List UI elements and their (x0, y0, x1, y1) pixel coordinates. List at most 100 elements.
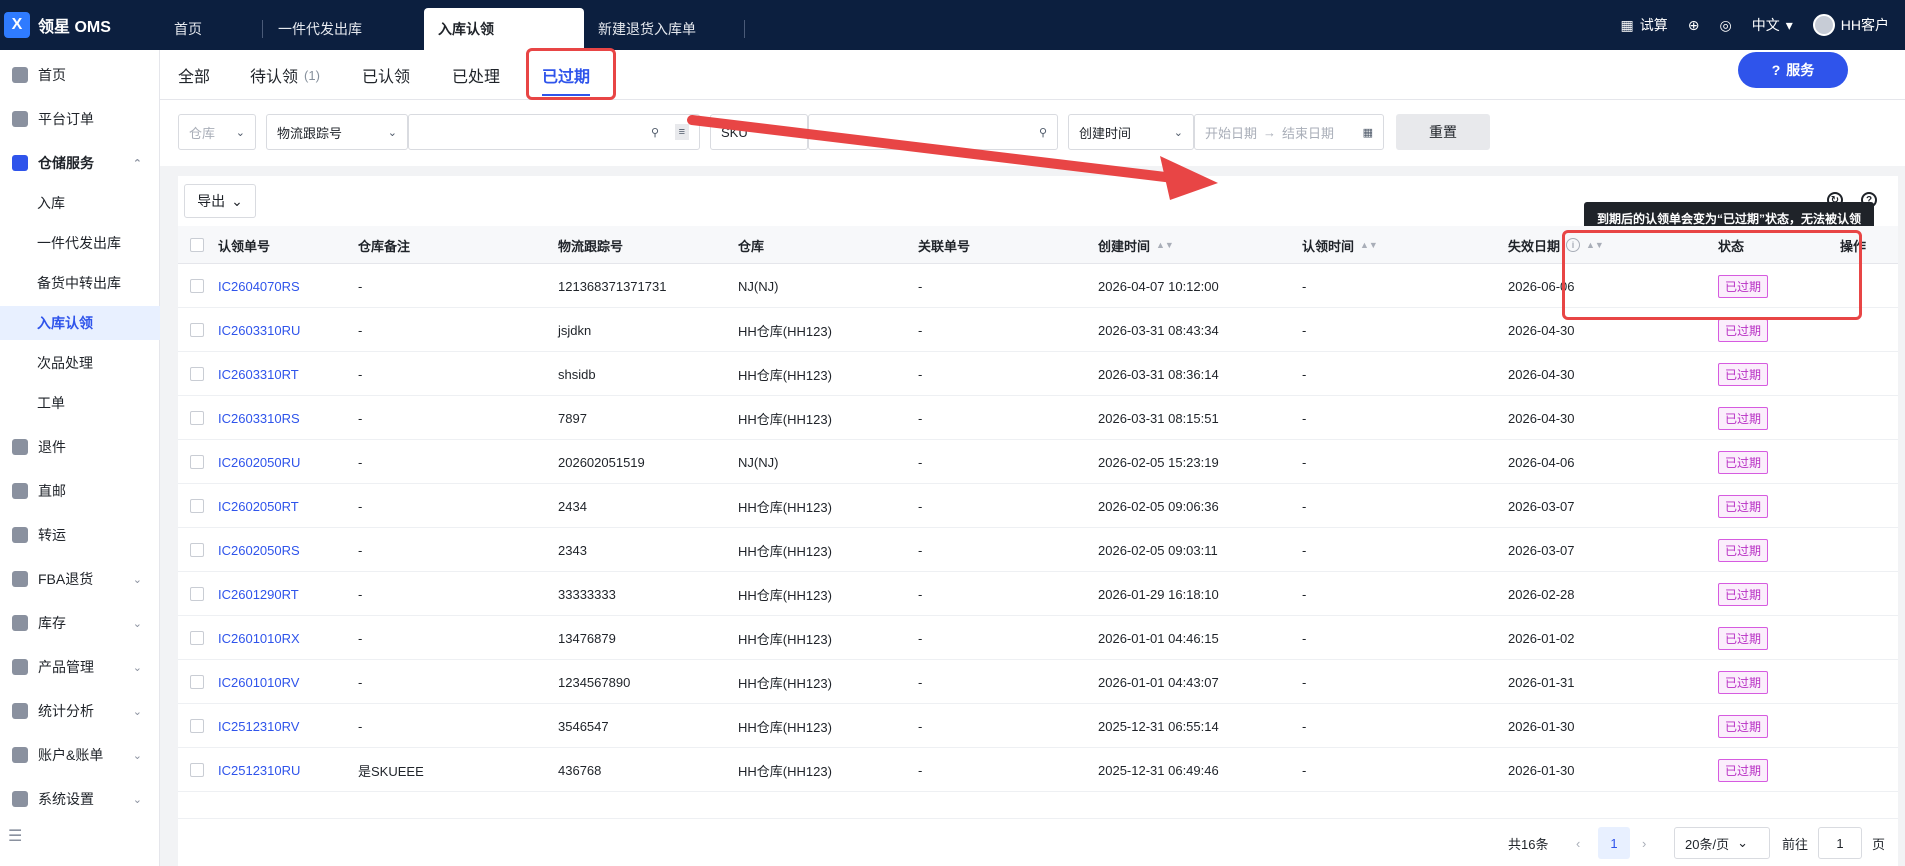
status-badge: 已过期 (1718, 582, 1769, 606)
row-checkbox[interactable] (190, 587, 204, 601)
cell-warehouse: HH仓库(HH123) (738, 763, 832, 779)
row-checkbox[interactable] (190, 763, 204, 777)
cell-claim-no[interactable]: IC2603310RT (218, 352, 299, 396)
sidebar-item-warehouse-services[interactable]: 仓储服务 ⌃ (0, 146, 160, 180)
top-tab-inbound-claim[interactable]: 入库认领 (424, 8, 584, 50)
sidebar-item-home[interactable]: 首页 (0, 58, 160, 92)
calculator-icon: ▦ (1620, 16, 1634, 33)
export-button[interactable]: 导出 ⌄ (184, 184, 256, 218)
sidebar-sub-defective[interactable]: 次品处理 (0, 346, 160, 380)
row-checkbox[interactable] (190, 367, 204, 381)
cell-created-time: 2026-02-05 09:03:11 (1098, 542, 1218, 558)
next-page-icon[interactable]: › (1642, 827, 1646, 859)
cell-warehouse-note: - (358, 498, 363, 514)
collapse-sidebar-icon[interactable]: ☰ (8, 826, 22, 846)
cell-tracking: jsjdkn (558, 322, 592, 338)
sidebar-item-products[interactable]: 产品管理 ⌄ (0, 650, 160, 684)
sidebar-sub-inbound[interactable]: 入库 (0, 186, 160, 220)
row-checkbox[interactable] (190, 279, 204, 293)
cell-claim-no[interactable]: IC2602050RS (218, 528, 300, 572)
cell-claim-no[interactable]: IC2604070RS (218, 264, 300, 308)
reset-button[interactable]: 重置 (1396, 114, 1490, 150)
row-checkbox[interactable] (190, 455, 204, 469)
tab-all[interactable]: 全部 (178, 50, 210, 100)
batch-input-icon[interactable]: ≡ (674, 124, 689, 140)
cell-claim-no[interactable]: IC2603310RS (218, 396, 300, 440)
cell-claim-no[interactable]: IC2601010RX (218, 616, 300, 660)
highlight-box-expire-column (1562, 230, 1862, 320)
download-icon[interactable]: ⊕ (1688, 17, 1700, 34)
row-checkbox[interactable] (190, 323, 204, 337)
cell-claim-no[interactable]: IC2512310RU (218, 748, 300, 792)
sidebar-sub-inbound-claim[interactable]: 入库认领 (0, 306, 160, 340)
trial-calc-button[interactable]: ▦ 试算 (1621, 15, 1668, 35)
row-checkbox[interactable] (190, 411, 204, 425)
page-number-current[interactable]: 1 (1598, 827, 1630, 859)
col-claimed-time[interactable]: 认领时间 ▲▼ (1302, 226, 1378, 264)
logo[interactable]: X 领星 OMS (0, 0, 160, 50)
top-tab-new-return[interactable]: 新建退货入库单 (584, 8, 710, 50)
language-select[interactable]: 中文 ▾ (1752, 15, 1793, 35)
select-all-checkbox[interactable] (190, 238, 204, 252)
cell-expire-date: 2026-04-30 (1508, 410, 1575, 426)
search-icon[interactable]: ⚲ (651, 126, 659, 139)
cell-claim-no[interactable]: IC2601290RT (218, 572, 299, 616)
time-type-select[interactable]: 创建时间 ⌄ (1068, 114, 1194, 150)
goto-page-input[interactable]: 1 (1818, 827, 1862, 859)
tab-label: 全部 (178, 69, 211, 86)
sidebar-item-transfer[interactable]: 转运 (0, 518, 160, 552)
top-bar: X 领星 OMS 首页 一件代发出库 入库认领 新建退货入库单 ▦ 试算 ⊕ ◎… (0, 0, 1905, 50)
sidebar-item-direct-mail[interactable]: 直邮 (0, 474, 160, 508)
sidebar-item-system-settings[interactable]: 系统设置 ⌄ (0, 782, 160, 816)
service-button[interactable]: ? 服务 (1738, 52, 1848, 88)
col-tracking: 物流跟踪号 (558, 238, 624, 254)
cell-tracking: 3546547 (558, 718, 609, 734)
warehouse-select[interactable]: 仓库 ⌄ (178, 114, 256, 150)
tracking-type-select[interactable]: 物流跟踪号 ⌄ (266, 114, 408, 150)
top-tab-dropship[interactable]: 一件代发出库 (264, 8, 376, 50)
tab-label: 已处理 (452, 69, 501, 86)
sidebar-sub-work-order[interactable]: 工单 (0, 386, 160, 420)
cell-claim-no[interactable]: IC2603310RU (218, 308, 300, 352)
page-suffix: 页 (1872, 836, 1886, 852)
cell-tracking: 2343 (558, 542, 587, 558)
tab-processed[interactable]: 已处理 (452, 50, 500, 100)
top-tab-home[interactable]: 首页 (160, 8, 216, 50)
cell-created-time: 2026-01-01 04:43:07 (1098, 674, 1219, 690)
sidebar-sub-transit[interactable]: 备货中转出库 (0, 266, 160, 300)
cell-claim-no[interactable]: IC2602050RU (218, 440, 300, 484)
cell-claim-no[interactable]: IC2601010RV (218, 660, 299, 704)
sku-search-input[interactable]: ⚲ (808, 114, 1058, 150)
tab-pending[interactable]: 待认领 (1) (250, 50, 320, 100)
row-checkbox[interactable] (190, 499, 204, 513)
sidebar-item-fba-returns[interactable]: FBA退货 ⌄ (0, 562, 160, 596)
tab-claimed[interactable]: 已认领 (362, 50, 410, 100)
table-row: IC2512310RU 是SKUEEE 436768 HH仓库(HH123) - 2025… (178, 748, 1898, 792)
sidebar-item-inventory[interactable]: 库存 ⌄ (0, 606, 160, 640)
date-range-picker[interactable]: 开始日期 → 结束日期 ▦ (1194, 114, 1384, 150)
page-size-select[interactable]: 20条/页 ⌄ (1674, 827, 1770, 859)
cell-claimed-time: - (1302, 762, 1307, 778)
row-checkbox[interactable] (190, 543, 204, 557)
cell-created-time: 2026-03-31 08:36:14 (1098, 366, 1219, 382)
sidebar-sub-dropship[interactable]: 一件代发出库 (0, 226, 160, 260)
prev-page-icon[interactable]: ‹ (1576, 827, 1580, 859)
cell-claimed-time: - (1302, 718, 1307, 734)
row-checkbox[interactable] (190, 631, 204, 645)
settings-icon[interactable]: ◎ (1720, 17, 1732, 34)
tracking-search-input[interactable]: ⚲ ≡ (408, 114, 700, 150)
search-icon[interactable]: ⚲ (1039, 126, 1047, 139)
sidebar-item-statistics[interactable]: 统计分析 ⌄ (0, 694, 160, 728)
col-created-time[interactable]: 创建时间 ▲▼ (1098, 226, 1174, 264)
row-checkbox[interactable] (190, 675, 204, 689)
user-menu[interactable]: HH客户 (1812, 14, 1889, 36)
sidebar-item-platform-orders[interactable]: 平台订单 (0, 102, 160, 136)
cell-status: 已过期 (1718, 616, 1769, 660)
sidebar-item-account[interactable]: 账户&账单 ⌄ (0, 738, 160, 772)
sku-type-select[interactable]: SKU (710, 114, 808, 150)
tracking-type-label: 物流跟踪号 (277, 125, 343, 141)
row-checkbox[interactable] (190, 719, 204, 733)
sidebar-item-returns[interactable]: 退件 (0, 430, 160, 464)
cell-claim-no[interactable]: IC2602050RT (218, 484, 299, 528)
cell-claim-no[interactable]: IC2512310RV (218, 704, 299, 748)
